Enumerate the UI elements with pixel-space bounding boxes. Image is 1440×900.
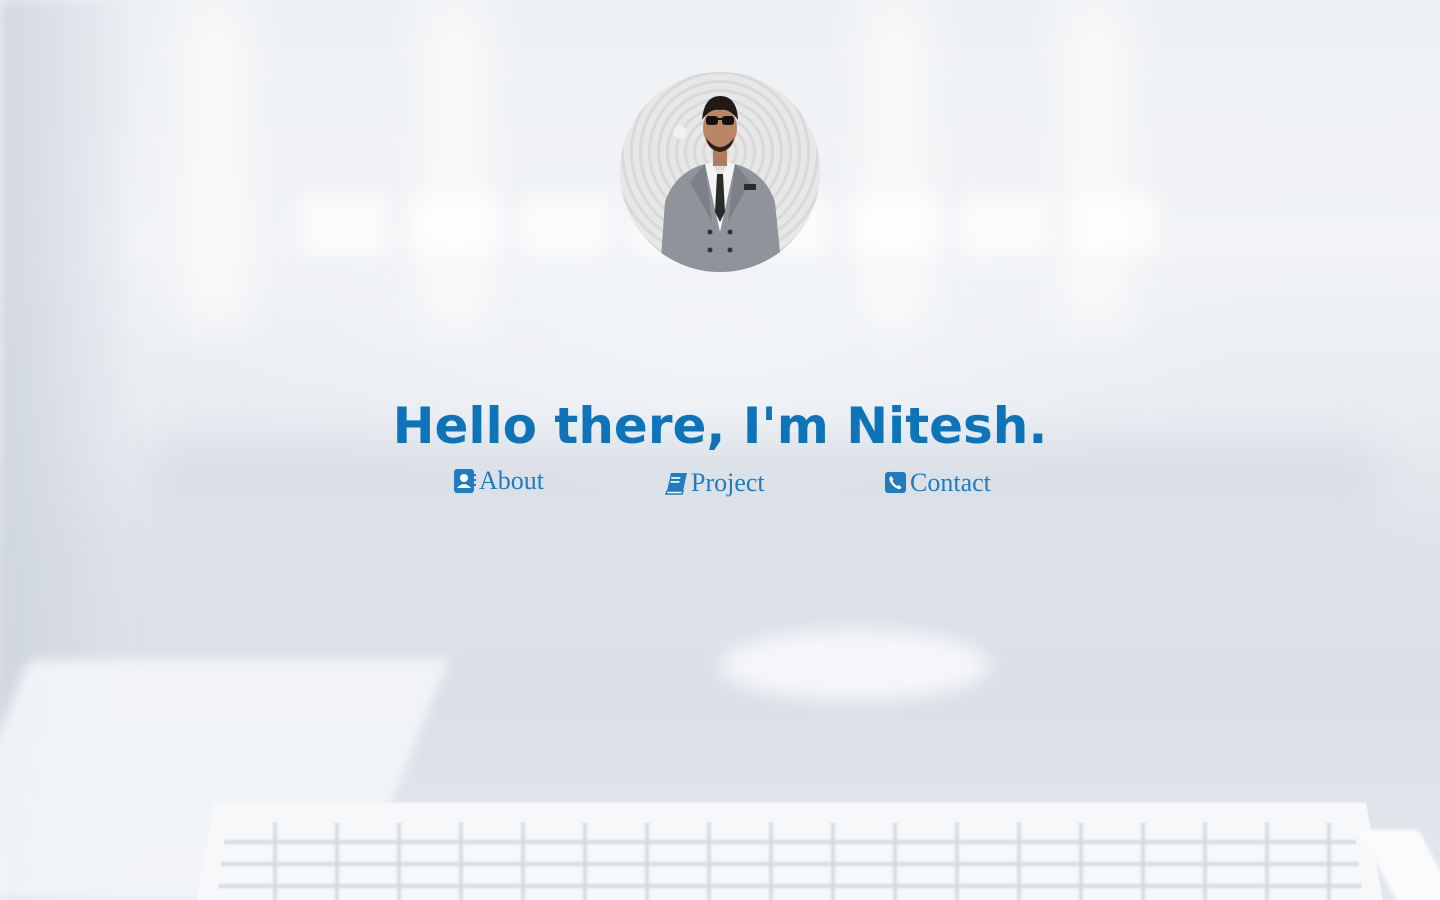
nav-link-project-label: Project: [691, 468, 765, 497]
page-title: Hello there, I'm Nitesh.: [392, 397, 1048, 455]
nav-link-about-label: About: [479, 466, 544, 495]
nav-link-contact[interactable]: Contact: [884, 466, 991, 500]
nav-link-about[interactable]: About: [453, 464, 544, 498]
nav-link-project[interactable]: Project: [664, 466, 765, 500]
nav-link-contact-label: Contact: [910, 468, 991, 497]
book-icon: [664, 470, 689, 496]
profile-avatar: [620, 72, 820, 272]
phone-icon: [884, 470, 908, 496]
contact-card-icon: [453, 468, 477, 494]
